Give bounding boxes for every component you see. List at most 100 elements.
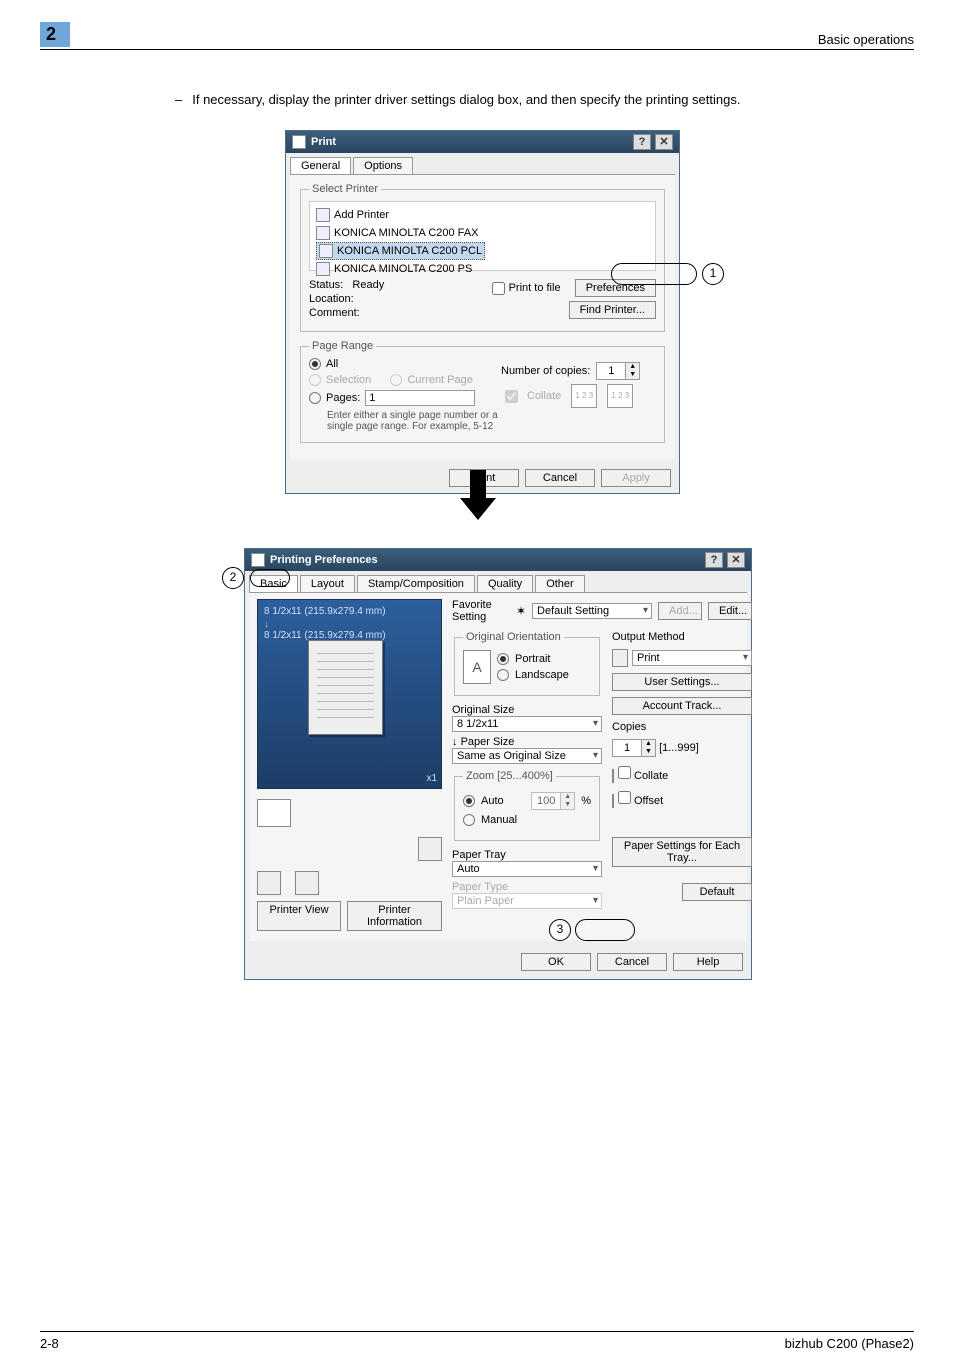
intro-text: –If necessary, display the printer drive… [175, 92, 740, 107]
cancel-button[interactable]: Cancel [597, 953, 667, 971]
account-track-button[interactable]: Account Track... [612, 697, 752, 715]
callout-ring-2 [250, 569, 290, 587]
radio-portrait[interactable] [497, 653, 509, 665]
tab-options[interactable]: Options [353, 157, 413, 174]
callout-3: 3 [549, 919, 571, 941]
orientation-icon: A [463, 650, 491, 684]
model-name: bizhub C200 (Phase2) [785, 1336, 914, 1351]
find-printer-button[interactable]: Find Printer... [569, 301, 656, 319]
tab-quality[interactable]: Quality [477, 575, 533, 592]
tab-other[interactable]: Other [535, 575, 585, 592]
callout-ring-3 [575, 919, 635, 941]
preview-dim-1: 8 1/2x11 (215.9x279.4 mm) [264, 606, 435, 617]
apply-button: Apply [601, 469, 671, 487]
user-settings-button[interactable]: User Settings... [612, 673, 752, 691]
prefs-title: Printing Preferences [270, 554, 378, 566]
chevron-up-icon[interactable]: ▲ [642, 740, 655, 748]
pages-input[interactable]: 1 [365, 390, 475, 406]
copies-range: [1...999] [659, 742, 699, 754]
original-size-select[interactable]: 8 1/2x11 [452, 716, 602, 732]
radio-current-page [390, 374, 402, 386]
preview-scale: x1 [426, 773, 437, 784]
copies-spinner[interactable]: 1▲▼ [612, 739, 656, 757]
close-icon[interactable]: ✕ [655, 134, 673, 150]
favorite-setting-label: Favorite Setting [452, 599, 510, 623]
printer-icon [251, 553, 265, 567]
paper-size-select[interactable]: Same as Original Size [452, 748, 602, 764]
select-printer-legend: Select Printer [309, 183, 381, 195]
pages-hint: Enter either a single page number or a s… [327, 410, 501, 432]
chevron-down-icon[interactable]: ▼ [626, 371, 639, 379]
printer-item[interactable]: KONICA MINOLTA C200 PS [316, 260, 472, 278]
help-button-icon[interactable]: ? [633, 134, 651, 150]
chevron-down-icon[interactable]: ▼ [642, 748, 655, 756]
print-to-file-checkbox[interactable] [492, 282, 505, 295]
zoom-pct: % [581, 795, 591, 807]
status-icon [418, 837, 442, 861]
collate-checkbox[interactable] [618, 766, 631, 779]
close-icon[interactable]: ✕ [727, 552, 745, 568]
comment-label: Comment: [309, 307, 384, 319]
copies-label: Number of copies: [501, 365, 590, 377]
zoom-legend: Zoom [25...400%] [463, 770, 556, 782]
tools-icon [295, 871, 319, 895]
printer-icon [257, 799, 291, 827]
paper-tray-select[interactable]: Auto [452, 861, 602, 877]
printer-item[interactable]: KONICA MINOLTA C200 PCL [316, 242, 485, 260]
favorite-edit-button[interactable]: Edit... [708, 602, 752, 620]
favorite-setting-select[interactable]: Default Setting [532, 603, 652, 619]
page-number: 2-8 [40, 1336, 59, 1351]
tab-general[interactable]: General [290, 157, 351, 174]
printer-item[interactable]: Add Printer [316, 206, 485, 224]
print-dialog-titlebar[interactable]: Print ? ✕ [286, 131, 679, 153]
output-method-label: Output Method [612, 631, 752, 643]
collate-label: Collate [527, 390, 561, 402]
radio-all[interactable] [309, 358, 321, 370]
tab-layout[interactable]: Layout [300, 575, 355, 592]
cancel-button[interactable]: Cancel [525, 469, 595, 487]
output-method-select[interactable]: Print [632, 650, 752, 666]
printer-icon [316, 226, 330, 240]
print-tabs: General Options [286, 153, 679, 174]
paper-type-label: Paper Type [452, 881, 602, 893]
section-title: Basic operations [818, 32, 914, 47]
printer-information-button[interactable]: Printer Information [347, 901, 442, 931]
zoom-spinner: 100▲▼ [531, 792, 575, 810]
radio-landscape[interactable] [497, 669, 509, 681]
prefs-tabs: Basic Layout Stamp/Composition Quality O… [245, 571, 751, 592]
paper-size-label: Paper Size [461, 736, 515, 748]
radio-pages[interactable] [309, 392, 321, 404]
location-label: Location: [309, 293, 384, 305]
printer-icon [316, 262, 330, 276]
help-button[interactable]: Help [673, 953, 743, 971]
preview-panel: 8 1/2x11 (215.9x279.4 mm) ↓ 8 1/2x11 (21… [257, 599, 442, 789]
radio-currentpage-label: Current Page [407, 374, 472, 386]
printer-view-button[interactable]: Printer View [257, 901, 341, 931]
copies-spinner[interactable]: 1▲▼ [596, 362, 640, 380]
offset-icon [612, 794, 614, 808]
printer-list[interactable]: Add Printer KONICA MINOLTA C200 FAX KONI… [309, 201, 656, 271]
radio-all-label: All [326, 358, 338, 370]
radio-pages-label: Pages: [326, 392, 360, 404]
chevron-up-icon[interactable]: ▲ [626, 363, 639, 371]
collate-icon [612, 769, 614, 783]
copies-label: Copies [612, 721, 752, 733]
status-label: Status: [309, 279, 343, 291]
paper-settings-tray-button[interactable]: Paper Settings for Each Tray... [612, 837, 752, 867]
page-range-group: Page Range All Selection Current Page Pa… [300, 340, 665, 443]
print-method-icon [612, 649, 628, 667]
help-button-icon[interactable]: ? [705, 552, 723, 568]
radio-zoom-auto[interactable] [463, 795, 475, 807]
radio-zoom-manual[interactable] [463, 814, 475, 826]
prefs-titlebar[interactable]: Printing Preferences ? ✕ [245, 549, 751, 571]
tab-stamp[interactable]: Stamp/Composition [357, 575, 475, 592]
ok-button[interactable]: OK [521, 953, 591, 971]
printer-item[interactable]: KONICA MINOLTA C200 FAX [316, 224, 485, 242]
landscape-label: Landscape [515, 669, 569, 681]
radio-selection-label: Selection [326, 374, 371, 386]
chapter-tab: 2 [40, 22, 70, 47]
collate-icon: 1 2 3 [607, 384, 633, 408]
default-button[interactable]: Default [682, 883, 752, 901]
offset-checkbox[interactable] [618, 791, 631, 804]
status-value: Ready [352, 279, 384, 291]
